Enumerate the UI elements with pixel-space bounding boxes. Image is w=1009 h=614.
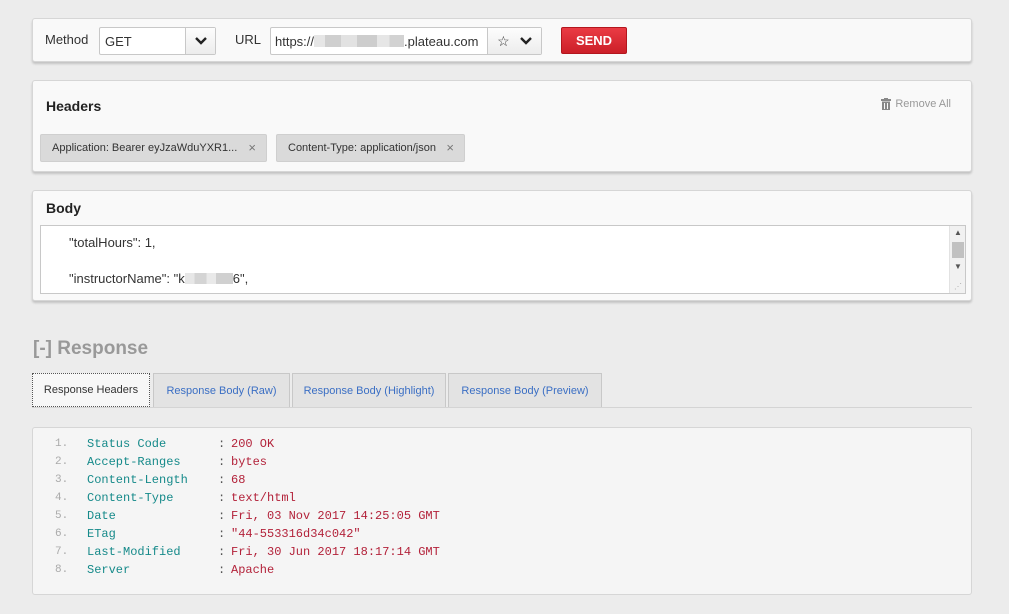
header-value: Fri, 03 Nov 2017 14:25:05 GMT [231,509,440,523]
header-chip[interactable]: Application: Bearer eyJzaWduYXR1... × [40,134,267,162]
separator: : [218,563,226,577]
line-number: 5. [55,510,69,522]
scroll-down-icon[interactable]: ▼ [950,260,966,274]
header-key: Accept-Ranges [87,455,181,469]
close-icon[interactable]: × [248,140,256,155]
line-number: 6. [55,528,69,540]
url-label: URL [235,32,262,47]
send-button[interactable]: SEND [561,27,627,54]
line-number: 4. [55,492,69,504]
body-line: "instructorName": "k 6", [69,271,249,286]
chevron-down-icon[interactable] [520,37,532,45]
separator: : [218,491,226,505]
header-value: 68 [231,473,246,487]
tab-response-body-raw[interactable]: Response Body (Raw) [153,373,290,407]
line-number: 1. [55,438,69,450]
separator: : [218,527,226,541]
line-number: 3. [55,474,69,486]
body-panel: Body "totalHours": 1, "instructorName": … [32,190,972,301]
header-chip-label: Content-Type: application/json [288,142,436,154]
method-value: GET [105,34,132,49]
header-chip-label: Application: Bearer eyJzaWduYXR1... [52,142,238,154]
response-headers-list: 1. Status Code : 200 OK 2. Accept-Ranges… [32,427,972,595]
body-title: Body [46,200,81,216]
resize-grip-icon[interactable]: ⋰ [954,282,962,291]
method-select[interactable]: GET [99,27,216,55]
url-text: https://.plateau.com [275,34,479,49]
header-value: bytes [231,455,268,469]
header-key: Server [87,563,131,577]
scroll-thumb[interactable] [952,242,964,258]
header-chip[interactable]: Content-Type: application/json × [276,134,465,162]
header-value: 200 OK [231,437,275,451]
header-value: Apache [231,563,275,577]
line-number: 8. [55,564,69,576]
header-key: Last-Modified [87,545,181,559]
tab-response-body-highlight[interactable]: Response Body (Highlight) [292,373,446,407]
header-key: Content-Type [87,491,174,505]
request-panel: Method GET URL https://.plateau.com ☆ SE… [32,18,972,62]
trash-icon [881,98,892,110]
tab-response-headers[interactable]: Response Headers [32,373,150,407]
method-label: Method [45,32,89,47]
header-value: "44-553316d34c042" [231,527,361,541]
line-number: 7. [55,546,69,558]
response-title[interactable]: [-] Response [33,338,148,360]
url-redacted [314,35,405,47]
close-icon[interactable]: × [446,140,454,155]
chevron-down-icon [194,37,207,45]
tabs-divider [32,407,972,408]
url-input[interactable]: https://.plateau.com ☆ [270,27,542,55]
separator: : [218,473,226,487]
remove-all-label: Remove All [895,98,951,110]
header-key: Status Code [87,437,167,451]
separator: : [218,545,226,559]
body-line: "totalHours": 1, [69,235,156,250]
headers-panel: Headers Remove All Application: Bearer e… [32,80,972,172]
header-key: Date [87,509,116,523]
separator: : [218,509,226,523]
separator: : [218,455,226,469]
tab-response-body-preview[interactable]: Response Body (Preview) [448,373,602,407]
headers-title: Headers [46,98,102,114]
remove-all-button[interactable]: Remove All [881,98,951,110]
star-icon[interactable]: ☆ [497,33,510,50]
line-number: 2. [55,456,69,468]
redacted-text [184,273,233,284]
url-tools: ☆ [487,28,541,54]
scroll-up-icon[interactable]: ▲ [950,226,966,240]
header-value: text/html [231,491,296,505]
body-editor[interactable]: "totalHours": 1, "instructorName": "k 6",… [40,225,966,294]
separator: : [218,437,226,451]
method-dropdown-button[interactable] [185,28,215,54]
header-value: Fri, 30 Jun 2017 18:17:14 GMT [231,545,440,559]
header-key: ETag [87,527,116,541]
header-key: Content-Length [87,473,188,487]
